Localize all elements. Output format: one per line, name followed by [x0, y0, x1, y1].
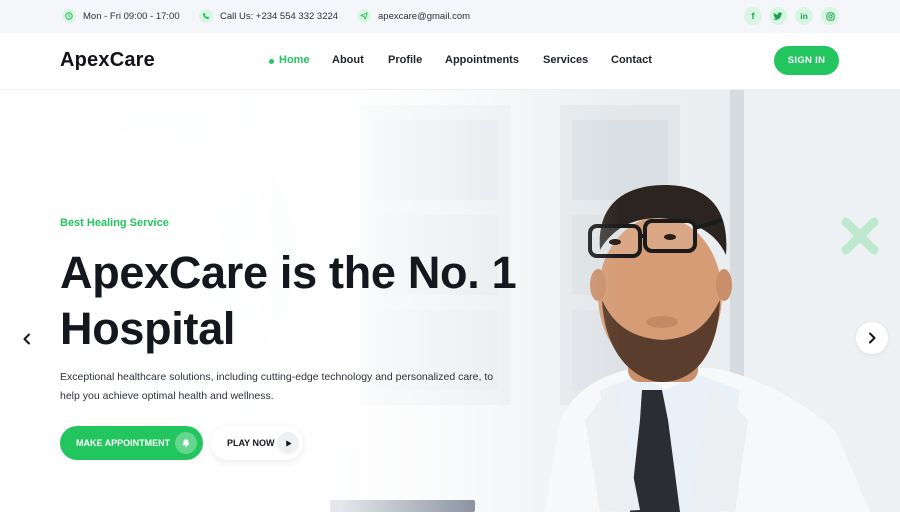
- site-logo[interactable]: ApexCare: [60, 49, 155, 72]
- play-now-button[interactable]: PLAY NOW: [211, 426, 303, 460]
- bell-icon: [175, 432, 197, 454]
- make-appointment-button[interactable]: MAKE APPOINTMENT: [60, 426, 203, 460]
- clock-icon: [62, 9, 76, 23]
- hero-slider: Best Healing Service ApexCare is the No.…: [0, 90, 900, 512]
- slider-prev-arrow[interactable]: [14, 326, 40, 352]
- email-text: apexcare@gmail.com: [378, 10, 471, 22]
- hero-title-line-1: ApexCare is the No. 1: [60, 247, 517, 298]
- instagram-icon[interactable]: [821, 7, 839, 25]
- top-info-bar: Mon - Fri 09:00 - 17:00 Call Us: +234 55…: [0, 0, 900, 33]
- slider-next-arrow[interactable]: [856, 322, 888, 354]
- hero-title: ApexCare is the No. 1 Hospital: [60, 245, 580, 357]
- twitter-icon[interactable]: [769, 7, 787, 25]
- facebook-icon[interactable]: f: [744, 7, 762, 25]
- play-icon: [277, 432, 299, 454]
- nav-profile[interactable]: Profile: [388, 54, 422, 66]
- send-icon: [357, 9, 371, 23]
- linkedin-icon[interactable]: in: [795, 7, 813, 25]
- nav-about[interactable]: About: [332, 54, 364, 66]
- phone-icon: [199, 9, 213, 23]
- make-appointment-label: MAKE APPOINTMENT: [76, 438, 171, 448]
- nav-contact[interactable]: Contact: [611, 54, 652, 66]
- active-nav-dot: [269, 59, 274, 64]
- phone-text: Call Us: +234 554 332 3224: [220, 10, 339, 22]
- play-now-label: PLAY NOW: [227, 438, 275, 448]
- sign-in-button[interactable]: SIGN IN: [774, 46, 839, 75]
- nav-appointments[interactable]: Appointments: [445, 54, 519, 66]
- main-header: ApexCare Home About Profile Appointments…: [0, 33, 900, 90]
- hero-eyebrow: Best Healing Service: [60, 217, 169, 229]
- nav-home[interactable]: Home: [279, 54, 310, 66]
- hours-info: Mon - Fri 09:00 - 17:00: [62, 9, 180, 23]
- phone-info[interactable]: Call Us: +234 554 332 3224: [199, 9, 338, 23]
- nav-services[interactable]: Services: [543, 54, 588, 66]
- chevron-right-icon: [869, 332, 876, 344]
- email-info[interactable]: apexcare@gmail.com: [357, 9, 470, 23]
- hero-title-line-2: Hospital: [60, 303, 236, 354]
- hero-description: Exceptional healthcare solutions, includ…: [60, 371, 494, 402]
- hours-text: Mon - Fri 09:00 - 17:00: [83, 10, 180, 22]
- chevron-left-icon: [23, 333, 30, 345]
